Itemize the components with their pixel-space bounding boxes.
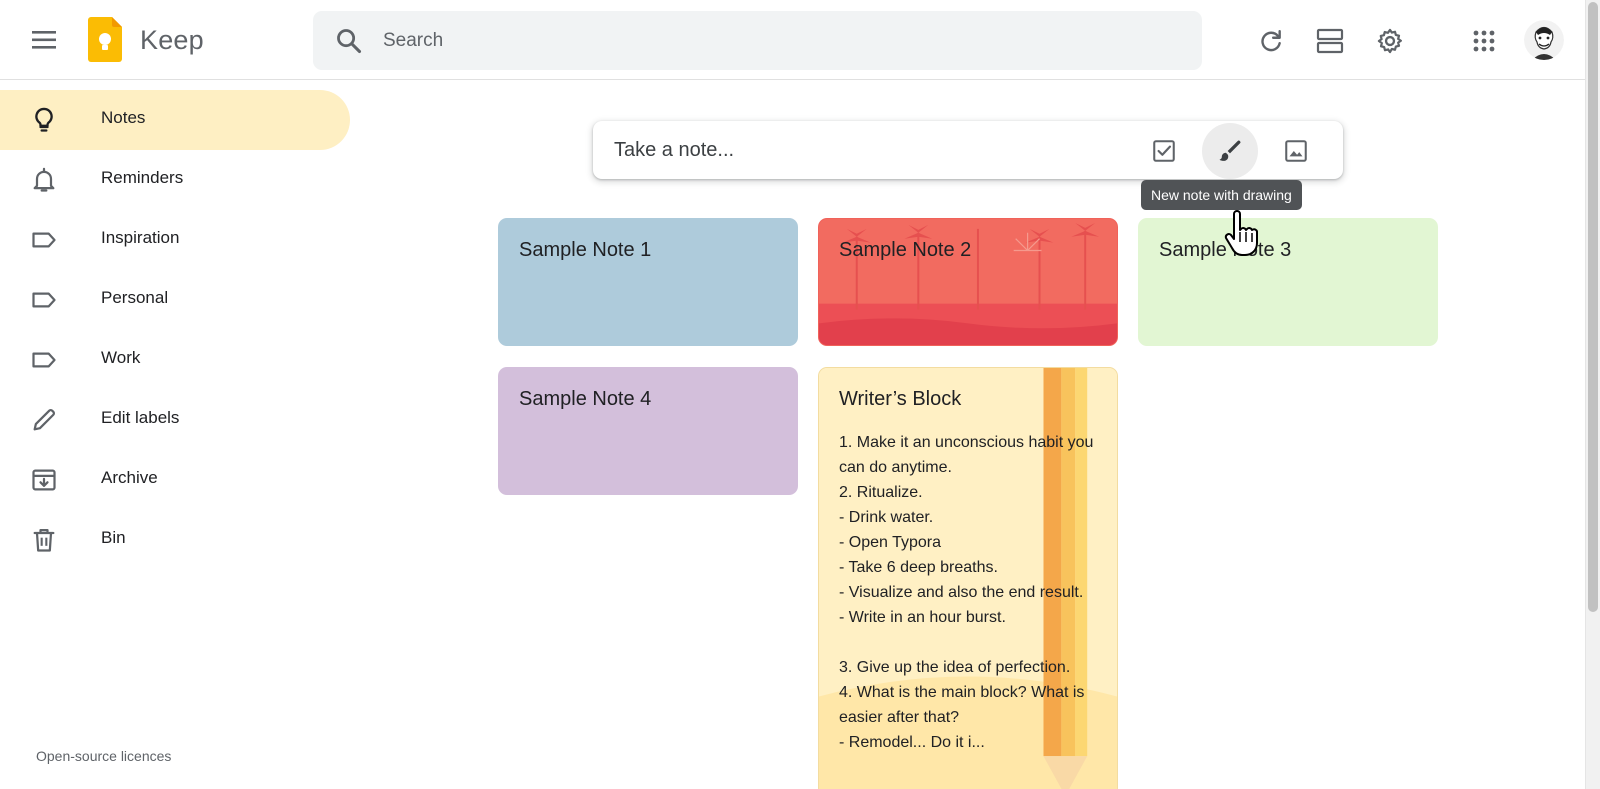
sidebar-item-bin[interactable]: Bin	[0, 510, 350, 570]
sidebar-item-label: Bin	[101, 528, 126, 547]
sidebar-item-label: Edit labels	[101, 408, 180, 427]
sidebar-item-archive[interactable]: Archive	[0, 450, 350, 510]
refresh-button[interactable]	[1248, 18, 1294, 64]
gear-icon	[1377, 28, 1402, 54]
note-body: 1. Make it an unconscious habit you can …	[839, 434, 1094, 751]
search-bar[interactable]	[313, 11, 1202, 70]
new-drawing-button[interactable]	[1202, 123, 1258, 179]
new-image-button[interactable]	[1268, 123, 1324, 179]
sidebar-item-label: Personal	[101, 288, 169, 307]
sidebar-item-label: Work	[101, 348, 141, 367]
take-note-bar[interactable]	[593, 121, 1343, 179]
open-source-licences-link[interactable]: Open-source licences	[36, 748, 171, 764]
note-card[interactable]: Sample Note 2	[818, 218, 1118, 346]
sidebar-item-personal[interactable]: Personal	[0, 270, 350, 330]
page-scrollbar[interactable]	[1585, 0, 1600, 789]
search-input[interactable]	[383, 11, 1163, 70]
refresh-icon	[1261, 30, 1281, 52]
beach-background-image	[819, 219, 1117, 345]
note-card[interactable]: Sample Note 3	[1138, 218, 1438, 346]
tooltip-new-note-with-drawing: New note with drawing	[1141, 180, 1302, 210]
note-title: Sample Note 2	[839, 239, 972, 261]
note-card[interactable]: Sample Note 4	[498, 367, 798, 495]
sidebar-item-label: Notes	[101, 108, 146, 127]
list-view-icon	[1316, 28, 1344, 54]
label-icon	[32, 232, 56, 248]
label-icon	[32, 352, 56, 368]
main-menu-button[interactable]	[22, 20, 68, 60]
take-note-input[interactable]	[614, 121, 1094, 179]
search-icon[interactable]	[335, 27, 363, 55]
note-card[interactable]: Sample Note 1	[498, 218, 798, 346]
apps-grid-icon	[1473, 30, 1495, 52]
apps-button[interactable]	[1461, 18, 1507, 64]
list-view-button[interactable]	[1307, 18, 1353, 64]
bell-icon	[33, 167, 55, 192]
hamburger-icon	[32, 31, 56, 49]
brush-icon	[1219, 140, 1241, 161]
sidebar-item-notes[interactable]: Notes	[0, 90, 350, 150]
lightbulb-icon	[35, 107, 53, 132]
trash-icon	[33, 528, 55, 552]
hand-cursor-icon	[1224, 210, 1258, 256]
archive-icon	[32, 469, 56, 491]
sidebar-item-work[interactable]: Work	[0, 330, 350, 390]
image-icon	[1285, 140, 1307, 162]
sidebar-item-label: Reminders	[101, 168, 184, 187]
note-title: Writer’s Block	[839, 388, 962, 410]
sidebar-item-edit-labels[interactable]: Edit labels	[0, 390, 350, 450]
app-title[interactable]: Keep	[140, 25, 204, 56]
checkbox-icon	[1153, 140, 1175, 162]
note-title: Sample Note 4	[519, 388, 652, 410]
scrollbar-thumb[interactable]	[1588, 2, 1598, 612]
sidebar: Notes Reminders Inspiration Personal Wor…	[0, 80, 360, 789]
note-card[interactable]: Writer’s Block 1. Make it an unconscious…	[818, 367, 1118, 789]
user-avatar-icon	[1524, 20, 1564, 60]
sidebar-item-inspiration[interactable]: Inspiration	[0, 210, 350, 270]
settings-button[interactable]	[1367, 18, 1413, 64]
sidebar-item-reminders[interactable]: Reminders	[0, 150, 350, 210]
new-list-button[interactable]	[1136, 123, 1192, 179]
label-icon	[32, 292, 56, 308]
sidebar-item-label: Inspiration	[101, 228, 180, 247]
account-avatar[interactable]	[1524, 20, 1564, 60]
note-title: Sample Note 1	[519, 239, 652, 261]
sidebar-item-label: Archive	[101, 468, 158, 487]
keep-logo-icon	[88, 17, 122, 62]
top-app-bar: Keep	[0, 0, 1585, 80]
pencil-icon	[33, 408, 56, 431]
